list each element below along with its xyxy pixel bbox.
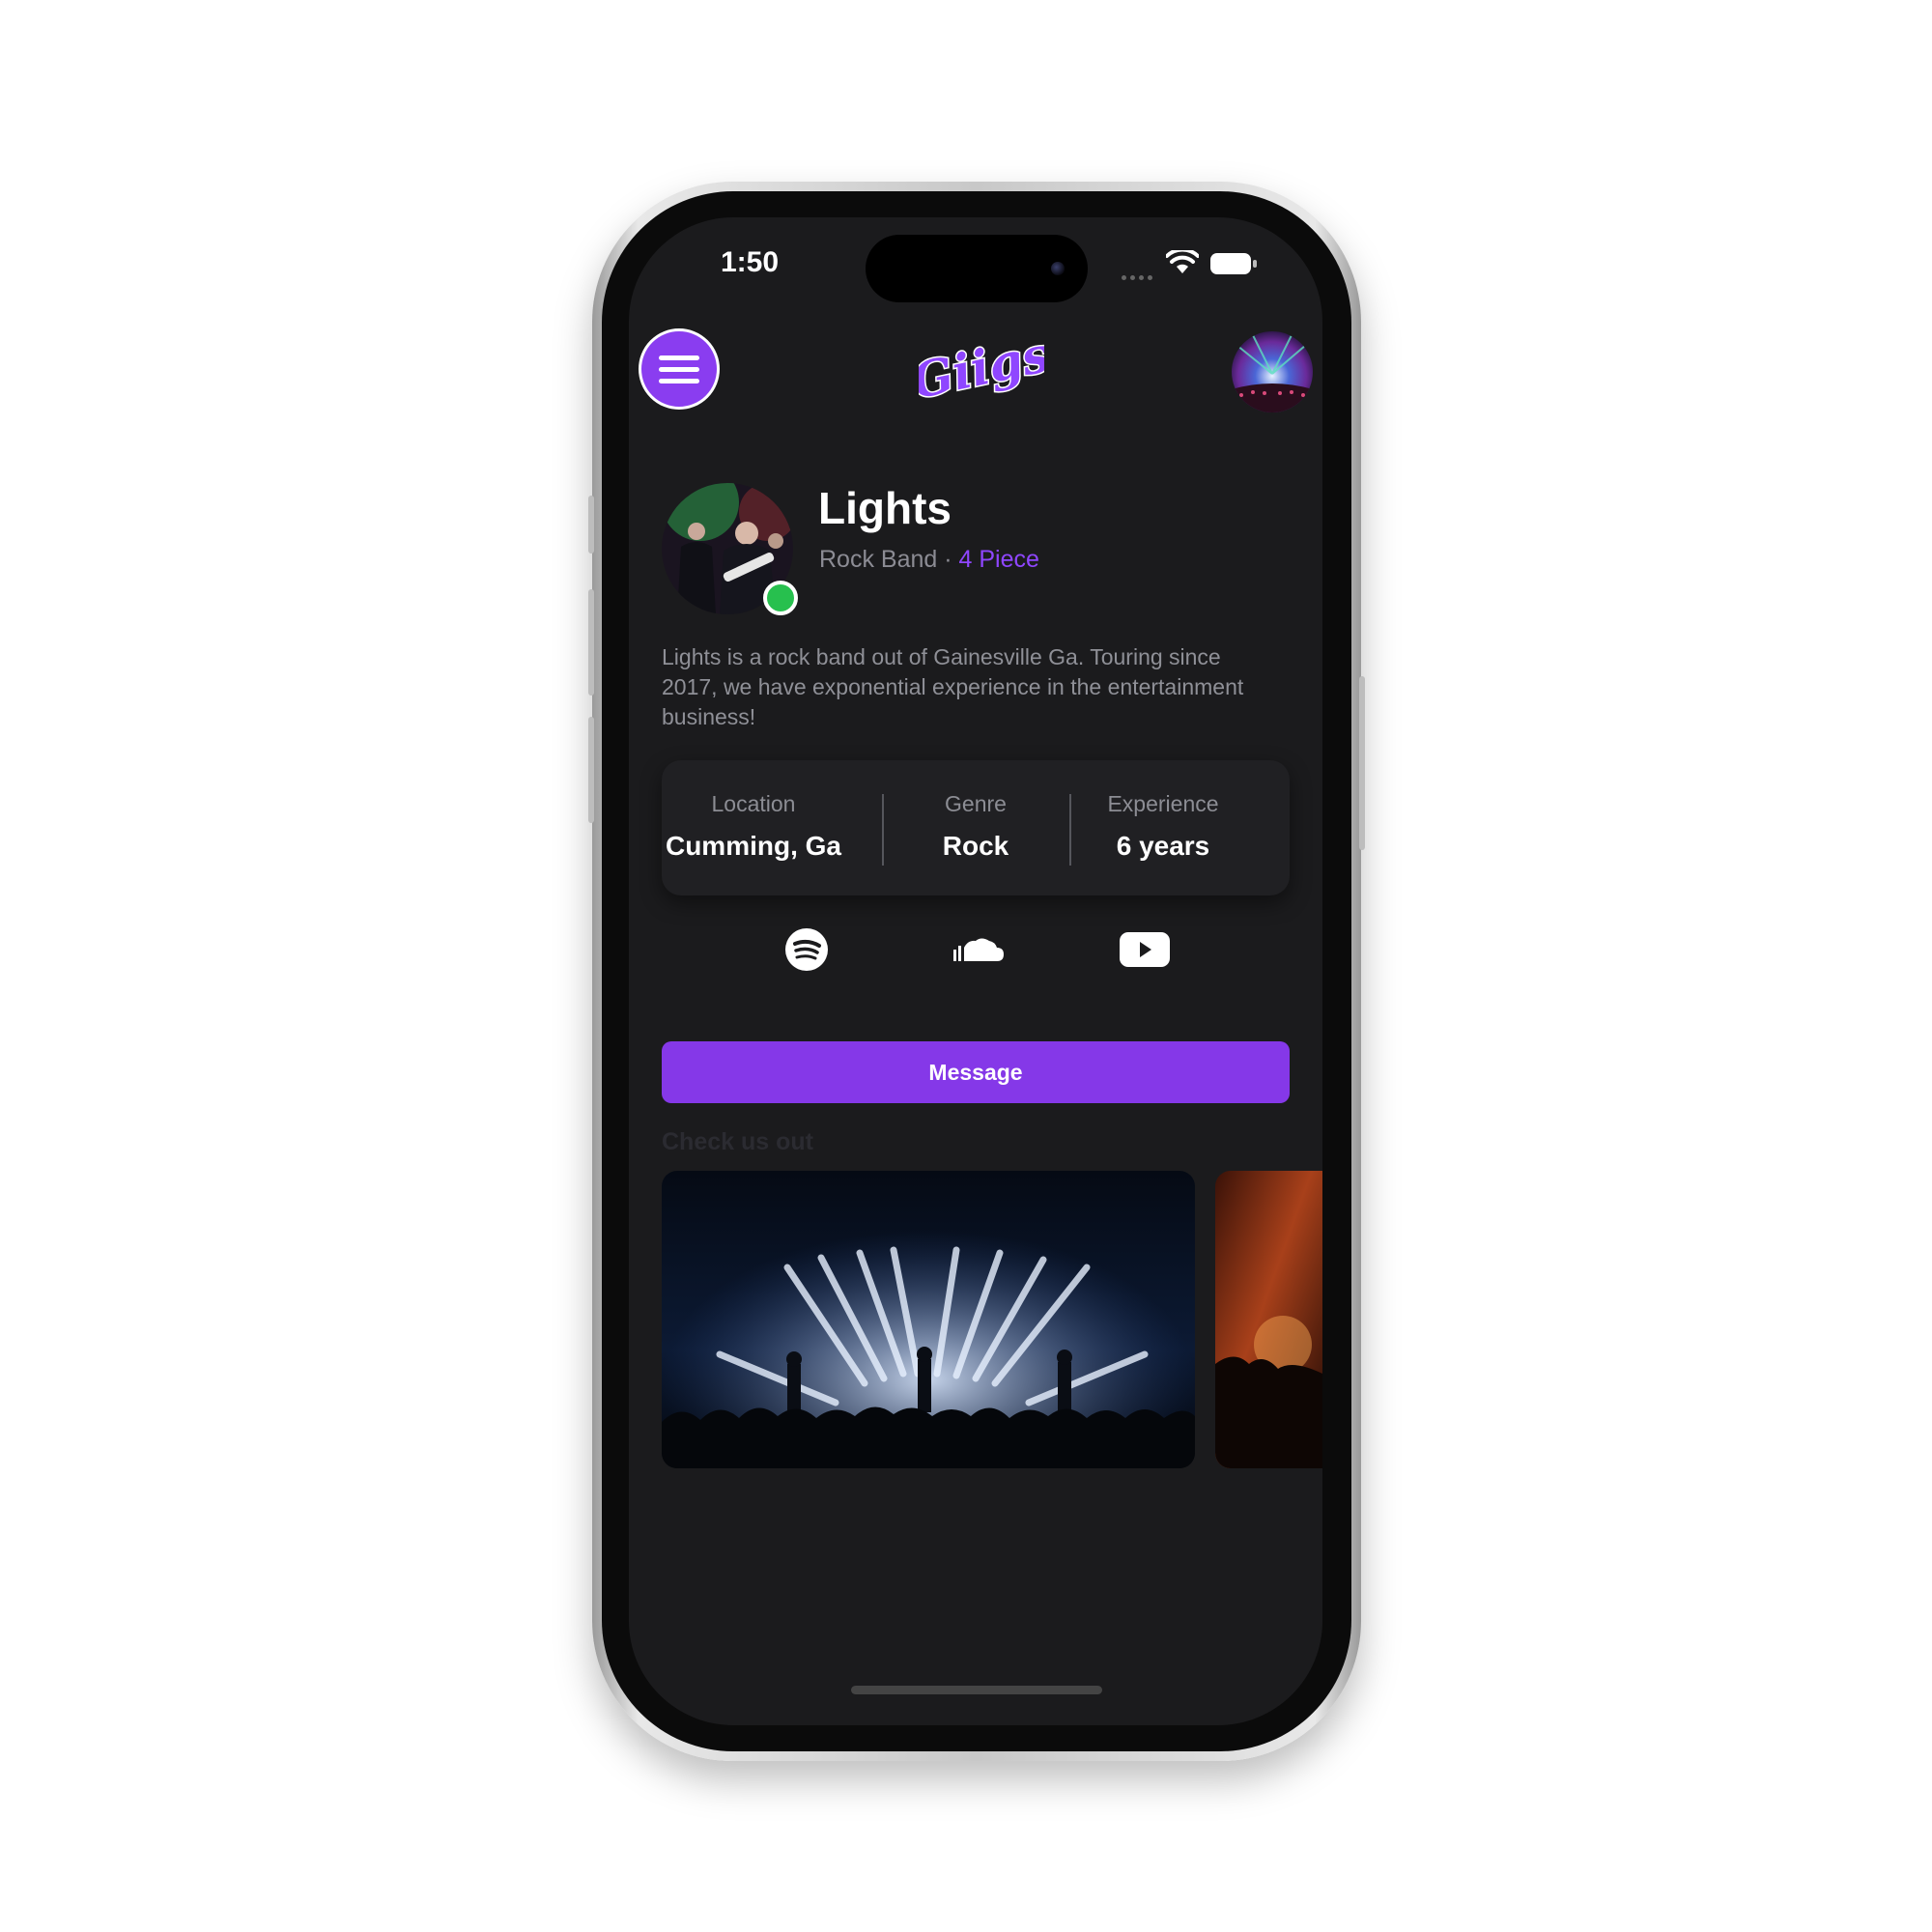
- logo-text: Giigs: [919, 328, 1044, 410]
- action-button: [588, 496, 594, 554]
- stat-location: Location Cumming, Ga: [662, 791, 845, 862]
- stat-label: Experience: [1107, 791, 1219, 816]
- stats-card: Location Cumming, Ga Genre Rock Experien…: [662, 760, 1290, 895]
- message-button[interactable]: Message: [662, 1041, 1290, 1103]
- status-time: 1:50: [721, 246, 780, 278]
- user-avatar[interactable]: [1232, 331, 1313, 412]
- subtitle-separator: ·: [944, 546, 952, 573]
- menu-button[interactable]: [639, 328, 720, 410]
- signal-icon: [1122, 268, 1160, 280]
- stat-genre: Genre Rock: [884, 791, 1067, 862]
- hamburger-icon: [659, 349, 699, 390]
- camera-icon: [1051, 262, 1065, 275]
- stat-value: Rock: [942, 831, 1009, 861]
- power-button: [1359, 676, 1365, 850]
- volume-down-button: [588, 717, 594, 823]
- youtube-icon[interactable]: [1119, 930, 1171, 969]
- volume-up-button: [588, 589, 594, 696]
- app-logo: Giigs: [919, 328, 1044, 412]
- spotify-icon[interactable]: [784, 927, 829, 972]
- gallery-photo[interactable]: [662, 1171, 1195, 1468]
- battery-icon: [1210, 253, 1257, 274]
- profile-category: Rock Band: [819, 546, 938, 573]
- stat-value: 6 years: [1116, 831, 1210, 861]
- gallery-photo[interactable]: [1215, 1171, 1322, 1468]
- dynamic-island: [866, 235, 1088, 302]
- stat-label: Location: [711, 791, 796, 816]
- stat-value: Cumming, Ga: [665, 831, 841, 861]
- stat-label: Genre: [945, 791, 1007, 816]
- profile-subtitle: Rock Band · 4 Piece: [819, 546, 1039, 574]
- profile-bio: Lights is a rock band out of Gainesville…: [662, 644, 1244, 729]
- profile-name: Lights: [818, 483, 952, 533]
- wifi-icon: [1166, 250, 1199, 273]
- gallery-heading: Check us out: [662, 1128, 813, 1155]
- app-screen: 1:50 Giigs Lights Rock Band · 4 Piece Li…: [629, 217, 1322, 1725]
- home-indicator[interactable]: [851, 1686, 1102, 1694]
- profile-size: 4 Piece: [958, 546, 1039, 573]
- online-status-indicator: [763, 581, 798, 615]
- stat-experience: Experience 6 years: [1071, 791, 1255, 862]
- soundcloud-icon[interactable]: [951, 934, 1005, 965]
